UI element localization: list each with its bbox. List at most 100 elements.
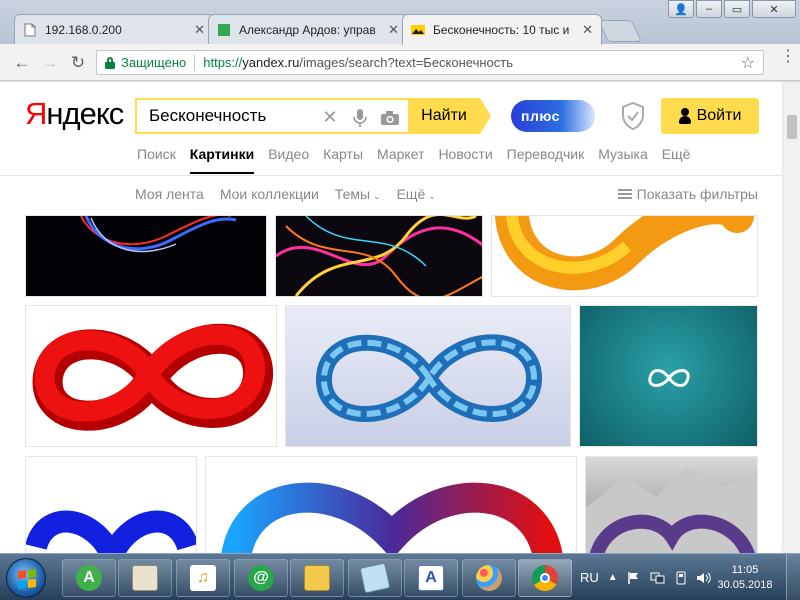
image-result-teal-infinity[interactable]: [579, 305, 758, 447]
forward-button[interactable]: →: [40, 53, 60, 73]
search-query: Бесконечность: [149, 106, 267, 125]
image-result-rock-infinity[interactable]: [585, 456, 758, 553]
back-button[interactable]: ←: [12, 53, 32, 73]
rock-infinity-image: [586, 467, 757, 553]
nav-translate[interactable]: Переводчик: [507, 146, 585, 162]
window-controls: 👤 ‒ ▭ ✕: [666, 0, 796, 18]
image-result-color-swirl[interactable]: [275, 215, 483, 297]
nav-video[interactable]: Видео: [268, 146, 309, 162]
search-input[interactable]: Бесконечность ✕: [135, 98, 410, 134]
maximize-button[interactable]: ▭: [724, 0, 750, 18]
language-indicator[interactable]: RU: [580, 570, 599, 585]
new-tab-button[interactable]: [597, 20, 643, 42]
water-infinity-image: [316, 334, 543, 422]
folder-icon: [304, 565, 330, 591]
tab-ardov[interactable]: Александр Ардов: управ ✕: [208, 14, 408, 44]
minimize-button[interactable]: ‒: [696, 0, 722, 18]
system-tray: RU ▲: [580, 554, 712, 600]
find-button-arrow: [480, 98, 491, 134]
nav-news[interactable]: Новости: [438, 146, 492, 162]
taskbar-app-music[interactable]: ♫: [176, 559, 230, 597]
shield-icon[interactable]: [621, 102, 645, 130]
nav-music[interactable]: Музыка: [598, 146, 648, 162]
login-button[interactable]: Войти: [661, 98, 759, 134]
paint-palette-icon: [476, 565, 502, 591]
scroll-thumb[interactable]: [787, 115, 797, 139]
nav-more[interactable]: Ещё: [662, 146, 691, 162]
taskbar-app-news[interactable]: [118, 559, 172, 597]
document-icon: [24, 23, 36, 36]
usb-device-icon[interactable]: [675, 571, 687, 585]
green-square-icon: [218, 23, 230, 36]
tab-strip: 192.168.0.200 ✕ Александр Ардов: управ ✕…: [0, 0, 800, 45]
user-icon[interactable]: 👤: [668, 0, 694, 18]
clear-icon[interactable]: ✕: [320, 107, 340, 128]
image-result-gradient-infinity[interactable]: [205, 456, 577, 553]
filter-icon: [617, 188, 632, 200]
images-subnav: Моя лента Мои коллекции Темы ⌄ Ещё ⌄: [135, 186, 452, 202]
plus-button[interactable]: плюс: [511, 100, 595, 132]
system-clock[interactable]: 11:05 30.05.2018: [714, 563, 776, 593]
nav-images[interactable]: Картинки: [189, 146, 255, 174]
tab-title: Александр Ардов: управ: [239, 22, 376, 37]
image-result-light-trail[interactable]: [25, 215, 267, 297]
services-nav: Поиск Картинки Видео Карты Маркет Новост…: [137, 146, 704, 174]
image-result-red-infinity[interactable]: [25, 305, 277, 447]
bookmark-star-icon[interactable]: ☆: [741, 53, 755, 73]
close-icon[interactable]: ✕: [582, 22, 593, 38]
taskbar-app-android[interactable]: A: [62, 559, 116, 597]
taskbar-app-mail[interactable]: @: [234, 559, 288, 597]
close-window-button[interactable]: ✕: [752, 0, 796, 18]
volume-icon[interactable]: [696, 571, 712, 585]
page-scrollbar[interactable]: [782, 82, 800, 553]
close-icon[interactable]: ✕: [194, 22, 205, 38]
find-button[interactable]: Найти: [408, 98, 480, 134]
image-result-water-infinity[interactable]: [285, 305, 571, 447]
start-button[interactable]: [6, 558, 46, 598]
image-result-blue-infinity[interactable]: [25, 456, 197, 553]
my-feed-link[interactable]: Моя лента: [135, 186, 204, 202]
chrome-icon: [532, 565, 558, 591]
notepad-icon: [359, 562, 391, 594]
color-swirl-image: [276, 216, 482, 296]
taskbar-app-paint[interactable]: [462, 559, 516, 597]
tray-expand-icon[interactable]: ▲: [608, 572, 618, 583]
themes-dropdown[interactable]: Темы ⌄: [335, 186, 381, 202]
flag-icon[interactable]: [627, 571, 641, 585]
taskbar-app-explorer[interactable]: [290, 559, 344, 597]
taskbar-app-chrome[interactable]: [518, 559, 572, 597]
yandex-logo[interactable]: Яндекс: [25, 96, 124, 132]
person-icon: [678, 108, 691, 124]
url-path: /images/search?text=Бесконечность: [299, 55, 513, 70]
image-result-orange-infinity[interactable]: [491, 215, 758, 297]
taskbar-app-wordpad[interactable]: A: [404, 559, 458, 597]
more-dropdown[interactable]: Ещё ⌄: [397, 186, 436, 202]
android-icon: A: [76, 565, 102, 591]
mail-at-icon: @: [248, 565, 274, 591]
nav-market[interactable]: Маркет: [377, 146, 424, 162]
address-bar[interactable]: Защищено https:// yandex.ru /images/sear…: [96, 50, 764, 75]
divider: [194, 54, 196, 71]
reload-button[interactable]: ↻: [68, 53, 88, 73]
taskbar-app-notepad[interactable]: [348, 559, 402, 597]
tab-yandex-images[interactable]: Бесконечность: 10 тыс и ✕: [402, 14, 602, 45]
close-icon[interactable]: ✕: [388, 22, 399, 38]
microphone-icon[interactable]: [350, 108, 370, 128]
blue-infinity-image: [26, 510, 196, 553]
lock-icon: [105, 56, 115, 69]
camera-icon[interactable]: [380, 110, 400, 126]
url-scheme: https://: [203, 55, 243, 70]
windows-logo-icon: [18, 569, 36, 589]
my-collections-link[interactable]: Мои коллекции: [220, 186, 319, 202]
nav-search[interactable]: Поиск: [137, 146, 176, 162]
chevron-down-icon: ⌄: [373, 191, 381, 201]
yandex-images-icon: [411, 25, 425, 35]
show-desktop-button[interactable]: [786, 554, 800, 600]
nav-maps[interactable]: Карты: [323, 146, 363, 162]
show-filters-button[interactable]: Показать фильтры: [617, 186, 758, 202]
menu-dots-icon[interactable]: ⋮: [780, 49, 796, 65]
network-icon[interactable]: [650, 571, 666, 585]
chevron-down-icon: ⌄: [428, 191, 436, 201]
clock-time: 11:05: [731, 564, 759, 576]
tab-router[interactable]: 192.168.0.200 ✕: [14, 14, 214, 44]
